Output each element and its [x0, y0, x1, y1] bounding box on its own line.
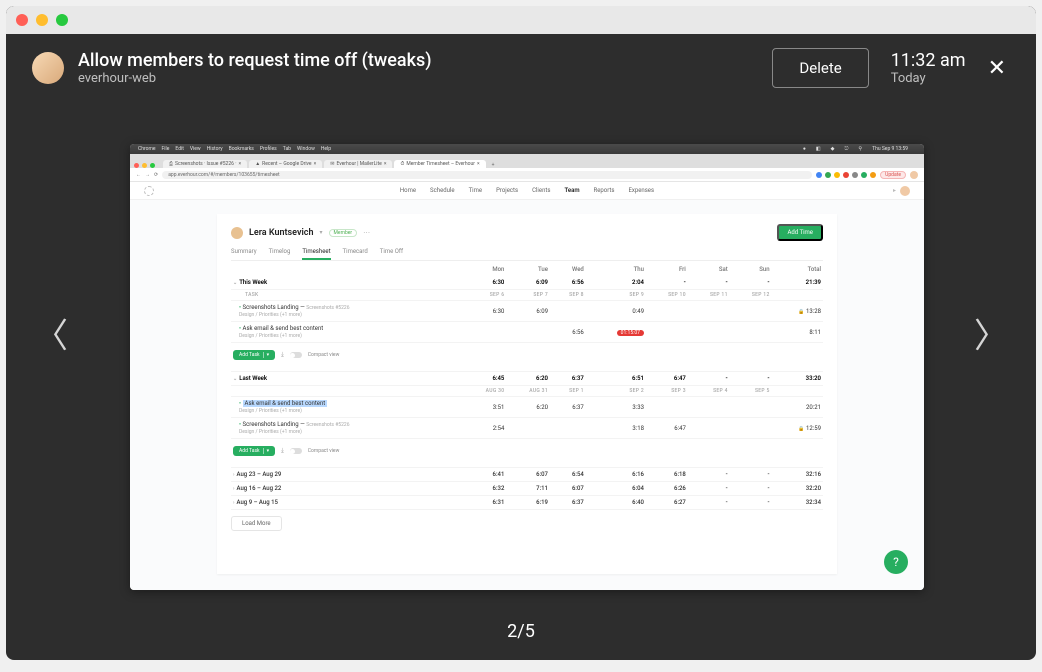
task-row[interactable]: • Screenshots Landing — Screenshots #522…	[231, 418, 823, 439]
member-name: Lera Kuntsevich	[249, 228, 314, 238]
forward-icon[interactable]: →	[145, 172, 150, 178]
week-row-thisweek[interactable]: ⌄This Week 6:306:096:56 2:04-- -21:39	[231, 276, 823, 290]
timestamp-time: 11:32 am	[891, 50, 966, 71]
minimize-dot[interactable]	[36, 14, 48, 26]
download-icon[interactable]: ⤓	[281, 447, 284, 455]
title-block: Allow members to request time off (tweak…	[78, 50, 772, 86]
play-icon[interactable]: ▸	[893, 187, 896, 194]
timesheet-panel: Lera Kuntsevich ▾ Member ⋯ Add Time Summ…	[217, 214, 837, 574]
week-row-collapsed[interactable]: ›Aug 9 – Aug 15 6:316:196:37 6:406:27- -…	[231, 496, 823, 510]
image-counter: 2/5	[507, 621, 535, 642]
prev-arrow-icon[interactable]: 〈	[34, 309, 68, 358]
add-time-button[interactable]: Add Time	[777, 224, 823, 241]
screenshot-title: Allow members to request time off (tweak…	[78, 50, 772, 71]
header-row: MonTueWed ThuFriSat SunTotal	[231, 263, 823, 276]
tab-timeoff[interactable]: Time Off	[380, 245, 403, 260]
next-arrow-icon[interactable]: 〉	[974, 309, 1008, 358]
close-dot[interactable]	[16, 14, 28, 26]
download-icon[interactable]: ⤓	[281, 351, 284, 359]
compact-toggle[interactable]	[290, 448, 302, 454]
timestamp-day: Today	[891, 71, 966, 86]
nav-clients[interactable]: Clients	[532, 187, 550, 194]
nav-schedule[interactable]: Schedule	[430, 187, 455, 194]
task-row[interactable]: • Ask email & send best contentDesign / …	[231, 397, 823, 418]
week-row-collapsed[interactable]: ›Aug 23 – Aug 29 6:416:076:54 6:166:18- …	[231, 468, 823, 482]
screenshot-content: Chrome File Edit View History Bookmarks …	[130, 144, 924, 590]
nav-time[interactable]: Time	[469, 187, 482, 194]
tab-summary[interactable]: Summary	[231, 245, 257, 260]
project-subtitle: everhour-web	[78, 71, 772, 86]
compact-toggle[interactable]	[290, 352, 302, 358]
nav-reports[interactable]: Reports	[594, 187, 615, 194]
browser-tabstrip: ⎙Screenshots · Issue #5226 ·× ▲Recent – …	[130, 154, 924, 168]
timestamp-block: 11:32 am Today	[891, 50, 966, 86]
new-tab-icon[interactable]: +	[488, 162, 499, 168]
nav-projects[interactable]: Projects	[496, 187, 518, 194]
everhour-logo-icon[interactable]	[144, 186, 154, 196]
member-avatar	[231, 227, 243, 239]
add-task-button[interactable]: Add Task▾	[233, 350, 275, 360]
help-fab[interactable]: ?	[884, 550, 908, 574]
role-badge: Member	[329, 229, 358, 237]
lock-icon: 🔒	[798, 309, 804, 315]
mac-titlebar	[6, 6, 1036, 34]
url-field[interactable]: app.everhour.com/#/members/103655/timesh…	[162, 171, 812, 179]
week-row-lastweek[interactable]: ⌄Last Week 6:456:206:37 6:516:47- -33:20	[231, 372, 823, 386]
author-avatar	[32, 52, 64, 84]
lightbox-window: Allow members to request time off (tweak…	[6, 6, 1036, 660]
browser-update-button[interactable]: Update	[880, 171, 906, 179]
running-timer[interactable]: 01:15:07	[617, 330, 644, 336]
profile-avatar-icon[interactable]	[910, 171, 918, 179]
close-icon[interactable]: ✕	[984, 52, 1010, 85]
delete-button[interactable]: Delete	[772, 48, 868, 88]
browser-tab[interactable]: ▲Recent – Google Drive×	[249, 160, 322, 168]
nav-team[interactable]: Team	[564, 187, 579, 194]
lightbox-header: Allow members to request time off (tweak…	[6, 34, 1036, 102]
task-row[interactable]: • Screenshots Landing — Screenshots #522…	[231, 301, 823, 322]
add-task-button[interactable]: Add Task▾	[233, 446, 275, 456]
lock-icon: 🔒	[798, 426, 804, 432]
mac-menubar: Chrome File Edit View History Bookmarks …	[130, 144, 924, 154]
browser-tab[interactable]: ⎙Screenshots · Issue #5226 ·×	[163, 160, 247, 168]
timesheet-table: MonTueWed ThuFriSat SunTotal ⌄This Week …	[231, 263, 823, 510]
tab-timelog[interactable]: Timelog	[269, 245, 291, 260]
back-icon[interactable]: ←	[136, 172, 141, 178]
task-row[interactable]: • Ask email & send best contentDesign / …	[231, 322, 823, 343]
extensions	[816, 172, 876, 178]
nav-expenses[interactable]: Expenses	[628, 187, 654, 194]
browser-tab[interactable]: ✉Everhour | MailerLite×	[324, 160, 392, 168]
tab-timecard[interactable]: Timecard	[343, 245, 368, 260]
nav-home[interactable]: Home	[400, 187, 416, 194]
user-avatar-icon[interactable]	[900, 186, 910, 196]
menubar-clock: Thu Sep 9 13:59	[872, 146, 908, 152]
browser-tab-active[interactable]: ⏱Member Timesheet – Everhour×	[394, 160, 485, 168]
zoom-dot[interactable]	[56, 14, 68, 26]
nav-menu: Home Schedule Time Projects Clients Team…	[400, 187, 654, 194]
week-row-collapsed[interactable]: ›Aug 16 – Aug 22 6:327:116:07 6:046:26- …	[231, 482, 823, 496]
menubar-app: Chrome	[138, 146, 156, 152]
tab-timesheet[interactable]: Timesheet	[302, 245, 330, 260]
window-controls[interactable]	[16, 14, 68, 26]
reload-icon[interactable]: ⟳	[154, 172, 158, 178]
app-topnav: Home Schedule Time Projects Clients Team…	[130, 182, 924, 200]
address-bar: ← → ⟳ app.everhour.com/#/members/103655/…	[130, 168, 924, 182]
view-tabs: Summary Timelog Timesheet Timecard Time …	[231, 245, 823, 261]
load-more-button[interactable]: Load More	[231, 516, 282, 531]
